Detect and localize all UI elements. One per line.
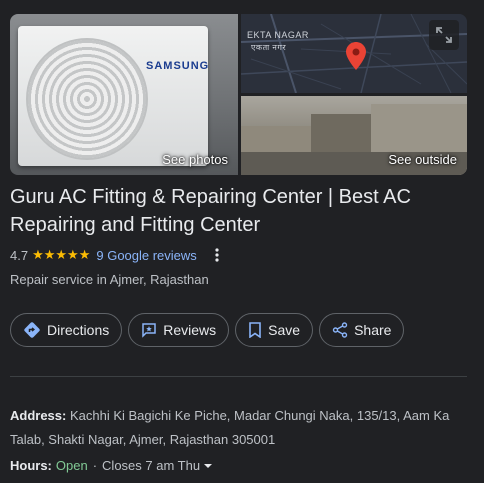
address-label: Address: [10, 408, 67, 423]
ac-unit-image: SAMSUNG [18, 26, 208, 166]
share-icon [332, 322, 348, 338]
hours-separator: · [92, 458, 98, 473]
reviews-icon [142, 323, 156, 338]
save-button[interactable]: Save [235, 313, 314, 347]
share-button[interactable]: Share [319, 313, 405, 347]
photo-gallery: SAMSUNG See photos EKTA NAGAR एकता नगर S… [10, 14, 467, 175]
reviews-button[interactable]: Reviews [128, 313, 230, 347]
address-value[interactable]: Kachhi Ki Bagichi Ke Piche, Madar Chungi… [10, 408, 449, 447]
place-title: Guru AC Fitting & Repairing Center | Bes… [10, 186, 411, 236]
hours-status: Open [55, 458, 88, 473]
place-category: Repair service in Ajmer, Rajasthan [10, 272, 209, 287]
expand-icon [436, 27, 452, 43]
caret-down-icon[interactable] [203, 461, 213, 471]
hours-next-change: Closes 7 am Thu [102, 458, 201, 473]
map-pin-icon [346, 42, 366, 75]
hours-label: Hours: [10, 458, 52, 473]
google-reviews-link[interactable]: 9 Google reviews [96, 248, 196, 263]
action-bar: Directions Reviews Save Share [10, 313, 405, 347]
map-area-name-local: एकता नगर [251, 43, 287, 52]
more-vert-icon[interactable] [215, 248, 219, 262]
map-area-name: EKTA NAGAR [247, 30, 309, 40]
bookmark-icon [249, 322, 261, 338]
expand-map-button[interactable] [429, 20, 459, 50]
see-outside-label[interactable]: See outside [388, 152, 457, 167]
hours-row[interactable]: Hours: Open · Closes 7 am Thu [10, 458, 213, 473]
see-photos-label[interactable]: See photos [162, 152, 228, 167]
map-thumbnail[interactable]: EKTA NAGAR एकता नगर [241, 14, 467, 93]
ac-brand-text: SAMSUNG [146, 60, 210, 72]
share-label: Share [354, 322, 392, 338]
save-label: Save [268, 322, 301, 338]
reviews-label: Reviews [163, 322, 217, 338]
photo-main[interactable]: SAMSUNG See photos [10, 14, 238, 175]
directions-button[interactable]: Directions [10, 313, 123, 347]
rating-row: 4.7 ★★★★★ 9 Google reviews [10, 247, 219, 263]
star-rating: ★★★★★ [32, 247, 91, 262]
section-divider [10, 376, 467, 377]
rating-value: 4.7 [10, 247, 29, 263]
address-block: Address: Kachhi Ki Bagichi Ke Piche, Mad… [10, 404, 474, 452]
ac-fan-grill [26, 38, 148, 160]
directions-label: Directions [47, 322, 110, 338]
street-view-thumbnail[interactable]: See outside [241, 96, 467, 175]
directions-icon [24, 322, 40, 338]
